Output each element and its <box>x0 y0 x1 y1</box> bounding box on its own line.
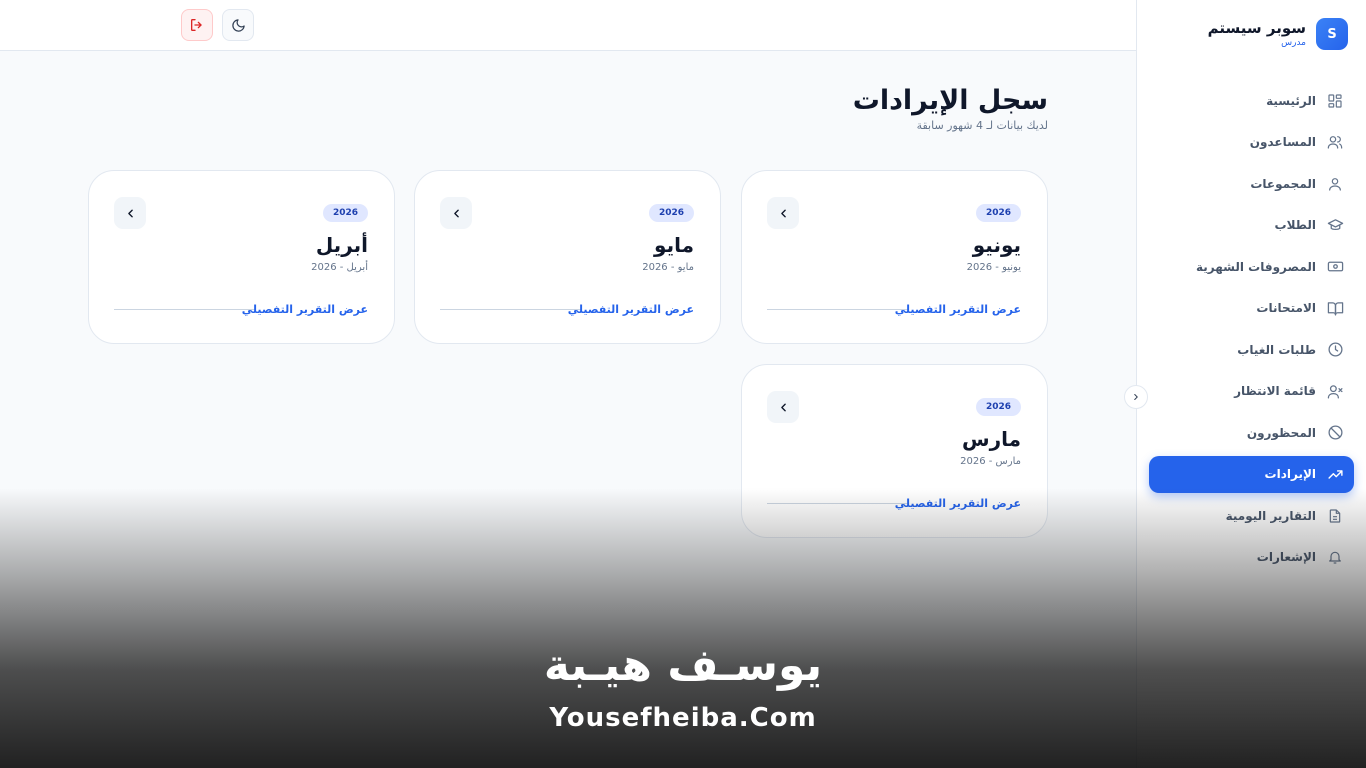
open-month-button[interactable] <box>440 197 472 229</box>
sidebar-item-label: المساعدون <box>1249 135 1316 149</box>
moon-icon <box>231 18 245 32</box>
month-card-june[interactable]: 2026 يونيو يونيو - 2026 عرض التقرير التف… <box>741 170 1048 344</box>
top-bar <box>0 0 1136 51</box>
bell-icon <box>1329 551 1341 564</box>
month-subtitle: مارس - 2026 <box>960 456 1021 467</box>
sidebar-item-absence-requests[interactable]: طلبات الغياب <box>1149 331 1354 368</box>
sidebar-item-revenues[interactable]: الإيرادات <box>1149 455 1354 493</box>
month-card-march[interactable]: 2026 مارس مارس - 2026 عرض التقرير التفصي… <box>741 364 1048 538</box>
clock-icon <box>1327 342 1343 357</box>
sidebar-item-monthly-expenses[interactable]: المصروفات الشهرية <box>1149 248 1354 285</box>
detailed-report-link[interactable]: عرض التقرير التفصيلي <box>895 497 1021 510</box>
sidebar-item-label: الإشعارات <box>1256 550 1316 564</box>
brand-logo: S <box>1316 18 1348 50</box>
users-icon <box>1327 136 1343 149</box>
sidebar-item-daily-reports[interactable]: التقارير اليومية <box>1149 497 1354 534</box>
sidebar-collapse-button[interactable] <box>1124 385 1148 409</box>
month-card-april[interactable]: 2026 أبريل أبريل - 2026 عرض التقرير التف… <box>88 170 395 344</box>
sidebar-item-label: الرئيسية <box>1266 93 1316 108</box>
user-group-icon <box>1329 177 1341 191</box>
sidebar-item-label: الإيرادات <box>1264 467 1316 481</box>
sidebar-item-label: الامتحانات <box>1256 301 1316 315</box>
banknote-icon <box>1327 261 1343 272</box>
sidebar-item-label: طلبات الغياب <box>1237 342 1316 357</box>
brand-subtitle: مدرس <box>1281 38 1306 48</box>
month-subtitle: يونيو - 2026 <box>966 262 1021 273</box>
logout-button[interactable] <box>181 9 213 41</box>
year-badge: 2026 <box>975 398 1021 416</box>
month-title: مايو <box>654 233 694 257</box>
chevron-left-icon <box>780 209 786 217</box>
graduation-cap-icon <box>1327 218 1343 230</box>
chevron-left-icon <box>127 209 133 217</box>
sidebar-item-label: المصروفات الشهرية <box>1195 259 1316 274</box>
page-title: سجل الإيرادات <box>852 85 1048 116</box>
detailed-report-link[interactable]: عرض التقرير التفصيلي <box>568 303 694 316</box>
grid-icon <box>1328 93 1342 108</box>
month-title: أبريل <box>315 233 368 257</box>
month-card-may[interactable]: 2026 مايو مايو - 2026 عرض التقرير التفصي… <box>414 170 721 344</box>
month-subtitle: أبريل - 2026 <box>311 262 368 273</box>
ban-icon <box>1327 425 1343 440</box>
sidebar-nav: الرئيسية المساعدون المجموعات الطلاب المص… <box>1149 82 1354 580</box>
sidebar-item-label: التقارير اليومية <box>1225 508 1316 523</box>
year-badge: 2026 <box>322 204 368 222</box>
watermark-english: Yousefheiba.Com <box>549 703 817 733</box>
divider <box>767 309 908 310</box>
sidebar-item-blocked[interactable]: المحظورون <box>1149 414 1354 451</box>
sidebar-item-home[interactable]: الرئيسية <box>1149 82 1354 119</box>
chevron-right-icon <box>1134 393 1138 401</box>
month-title: يونيو <box>972 233 1021 257</box>
sidebar-item-groups[interactable]: المجموعات <box>1149 165 1354 202</box>
file-text-icon <box>1329 508 1341 523</box>
page-header: سجل الإيرادات لديك بيانات لـ 4 شهور سابق… <box>853 84 1048 132</box>
open-month-button[interactable] <box>114 197 146 229</box>
trending-up-icon <box>1327 469 1343 479</box>
sidebar-item-label: قائمة الانتظار <box>1234 384 1316 398</box>
detailed-report-link[interactable]: عرض التقرير التفصيلي <box>242 303 368 316</box>
divider <box>114 309 255 310</box>
brand: S سوبر سيستم مدرس <box>1208 18 1348 50</box>
year-badge: 2026 <box>648 204 694 222</box>
sidebar-item-notifications[interactable]: الإشعارات <box>1149 539 1354 576</box>
page-subtitle: لديك بيانات لـ 4 شهور سابقة <box>916 119 1048 132</box>
sidebar-item-students[interactable]: الطلاب <box>1149 207 1354 244</box>
month-subtitle: مايو - 2026 <box>642 262 694 273</box>
sidebar-item-exams[interactable]: الامتحانات <box>1149 290 1354 327</box>
logout-icon <box>191 19 202 31</box>
divider <box>767 503 908 504</box>
watermark-arabic: يوسـف هيـبة <box>543 640 823 691</box>
chevron-left-icon <box>453 209 459 217</box>
chevron-left-icon <box>780 403 786 411</box>
detailed-report-link[interactable]: عرض التقرير التفصيلي <box>895 303 1021 316</box>
sidebar-item-assistants[interactable]: المساعدون <box>1149 124 1354 161</box>
open-month-button[interactable] <box>767 197 799 229</box>
book-open-icon <box>1327 301 1343 316</box>
theme-toggle-button[interactable] <box>222 9 254 41</box>
brand-title: سوبر سيستم <box>1207 19 1306 37</box>
year-badge: 2026 <box>975 204 1021 222</box>
month-title: مارس <box>961 427 1021 451</box>
open-month-button[interactable] <box>767 391 799 423</box>
sidebar-item-label: الطلاب <box>1274 218 1316 232</box>
divider <box>440 309 581 310</box>
sidebar-item-label: المحظورون <box>1246 425 1316 440</box>
sidebar-item-label: المجموعات <box>1250 176 1316 191</box>
user-x-icon <box>1327 384 1343 399</box>
sidebar-item-waiting-list[interactable]: قائمة الانتظار <box>1149 373 1354 410</box>
